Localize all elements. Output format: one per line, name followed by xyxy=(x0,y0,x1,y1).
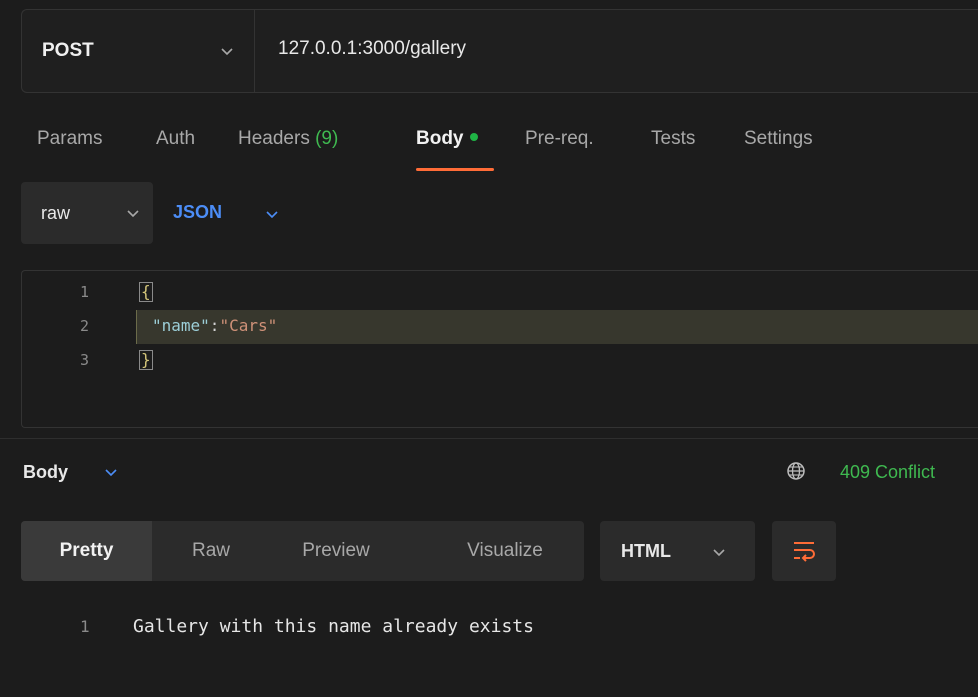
tab-body[interactable]: Body xyxy=(416,128,478,150)
tab-settings[interactable]: Settings xyxy=(744,128,813,150)
line-number: 3 xyxy=(80,351,90,369)
json-key: "name" xyxy=(152,316,210,335)
wrap-lines-icon xyxy=(794,542,815,562)
body-mode-select[interactable]: raw xyxy=(21,182,153,244)
editor-line: 2 "name":"Cars" xyxy=(22,310,978,344)
chevron-down-icon[interactable] xyxy=(265,207,279,221)
url-bar: POST 127.0.0.1:3000/gallery xyxy=(21,9,978,93)
open-brace: { xyxy=(139,282,153,302)
body-mode-label: raw xyxy=(41,203,71,223)
active-tab-indicator xyxy=(416,168,494,171)
headers-count-badge: (9) xyxy=(315,128,339,149)
response-body-select[interactable]: Body xyxy=(23,462,68,483)
line-code: "name":"Cars" xyxy=(152,316,277,335)
wrap-lines-button[interactable] xyxy=(772,521,836,581)
view-tab-raw[interactable]: Raw xyxy=(161,521,261,581)
close-brace: } xyxy=(139,350,153,370)
request-body-editor[interactable]: 1 { 2 "name":"Cars" 3 } xyxy=(21,270,978,428)
postman-request-panel: POST 127.0.0.1:3000/gallery Params Auth … xyxy=(0,0,978,697)
editor-line: 3 } xyxy=(22,344,978,378)
tab-prereq[interactable]: Pre-req. xyxy=(525,128,594,150)
url-input[interactable]: 127.0.0.1:3000/gallery xyxy=(278,38,466,60)
chevron-down-icon[interactable] xyxy=(104,465,118,479)
panel-divider[interactable] xyxy=(0,438,978,439)
editor-line: 1 { xyxy=(22,276,978,310)
line-number: 1 xyxy=(80,283,90,301)
tab-headers[interactable]: Headers (9) xyxy=(238,128,338,150)
chevron-down-icon xyxy=(713,549,725,557)
view-tab-preview[interactable]: Preview xyxy=(276,521,396,581)
body-language-select[interactable]: JSON xyxy=(173,202,222,223)
tab-headers-label: Headers xyxy=(238,128,310,149)
chevron-down-icon xyxy=(221,48,233,56)
method-select[interactable]: POST xyxy=(22,10,255,92)
line-number: 2 xyxy=(80,317,90,335)
response-status[interactable]: 409 Conflict xyxy=(840,462,935,483)
method-label: POST xyxy=(42,40,94,61)
response-view-tabs: Pretty Raw Preview Visualize xyxy=(21,521,584,581)
view-tab-visualize[interactable]: Visualize xyxy=(441,521,569,581)
tab-tests[interactable]: Tests xyxy=(651,128,695,150)
json-value: "Cars" xyxy=(219,316,278,335)
chevron-down-icon xyxy=(127,210,139,218)
json-separator: : xyxy=(209,316,220,335)
line-code: { xyxy=(139,282,153,302)
tab-auth[interactable]: Auth xyxy=(156,128,195,150)
globe-icon[interactable] xyxy=(785,460,807,482)
line-code: } xyxy=(139,350,153,370)
response-body-text[interactable]: Gallery with this name already exists xyxy=(133,616,534,637)
tab-body-label: Body xyxy=(416,128,464,149)
view-tab-pretty[interactable]: Pretty xyxy=(21,521,152,581)
response-format-select[interactable]: HTML xyxy=(600,521,755,581)
body-indicator-dot xyxy=(469,132,478,141)
format-label: HTML xyxy=(621,541,671,561)
response-line-number: 1 xyxy=(80,617,90,636)
tab-params[interactable]: Params xyxy=(37,128,102,150)
